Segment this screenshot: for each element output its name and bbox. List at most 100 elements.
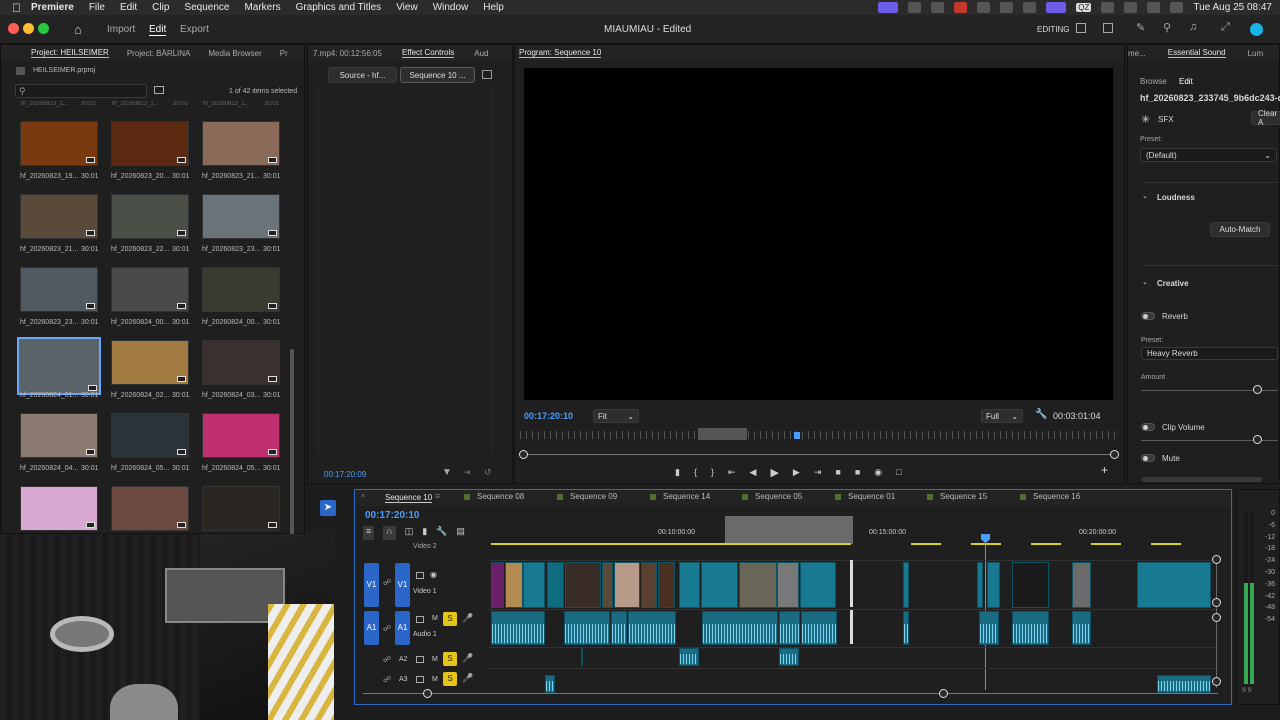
eye-icon[interactable]: ◉: [430, 570, 437, 579]
audio-clip[interactable]: [779, 611, 800, 645]
compare-icon[interactable]: □: [896, 467, 901, 477]
solo-meters[interactable]: S S: [1242, 688, 1252, 694]
video-clip[interactable]: [679, 562, 700, 608]
project-thumbnail[interactable]: [20, 121, 98, 166]
tab-edit-mode[interactable]: Edit: [1179, 77, 1193, 86]
video-clip[interactable]: [658, 562, 675, 608]
tab-browse[interactable]: Browse: [1140, 77, 1167, 86]
video-clip[interactable]: [987, 562, 1000, 608]
minimize-window-button[interactable]: [23, 23, 34, 34]
video-clip[interactable]: [800, 562, 836, 608]
share-icon[interactable]: [1101, 2, 1115, 13]
search-app-icon[interactable]: ⚲: [1163, 21, 1171, 34]
zoom-handle-right[interactable]: [1110, 450, 1119, 459]
project-thumbnail[interactable]: [111, 413, 189, 458]
nav-import[interactable]: Import: [107, 24, 135, 35]
video-clip[interactable]: [739, 562, 777, 608]
mute-a2-button[interactable]: M: [432, 656, 438, 663]
sequence-subtab[interactable]: Sequence 10 ...: [400, 67, 475, 83]
marker-icon[interactable]: ▮: [675, 467, 680, 478]
audio-clip[interactable]: [611, 611, 627, 645]
project-thumbnail[interactable]: [111, 486, 189, 531]
menu-file[interactable]: File: [89, 2, 105, 13]
zoom-handle-right[interactable]: [939, 689, 948, 698]
camera-icon[interactable]: ◉: [874, 467, 882, 478]
tab-metadata[interactable]: me...: [1128, 49, 1146, 58]
export-frame-icon[interactable]: ⇥: [463, 467, 471, 478]
video-clip[interactable]: [565, 562, 601, 608]
audio-clip[interactable]: [903, 611, 909, 645]
menu-clip[interactable]: Clip: [152, 2, 169, 13]
zoom-bar[interactable]: [524, 454, 1116, 455]
audio-clip[interactable]: [679, 648, 699, 666]
wrench-icon[interactable]: 🔧: [1035, 409, 1047, 420]
panel-scrollbar[interactable]: [1142, 477, 1262, 482]
loudness-header[interactable]: Loudness: [1157, 193, 1195, 202]
lock-icon[interactable]: ☍: [383, 578, 391, 587]
snap-icon[interactable]: ∩: [383, 526, 396, 540]
project-thumbnail[interactable]: [111, 340, 189, 385]
brightness-icon[interactable]: [977, 2, 991, 13]
selection-tool-icon[interactable]: ➤: [320, 500, 336, 516]
auto-match-button[interactable]: Auto-Match: [1210, 222, 1270, 237]
project-thumbnail[interactable]: [111, 267, 189, 312]
notification-icon[interactable]: [954, 2, 968, 13]
timeline-timecode[interactable]: 00:17:20:10: [365, 510, 419, 521]
clear-audio-type-button[interactable]: Clear A: [1251, 109, 1280, 127]
mark-in-icon[interactable]: {: [694, 467, 697, 477]
workspace-label[interactable]: EDITING: [1037, 25, 1069, 34]
control-center-icon[interactable]: [1170, 2, 1184, 13]
project-thumbnail[interactable]: [20, 194, 98, 239]
menu-graphics[interactable]: Graphics and Titles: [296, 2, 382, 13]
step-back-icon[interactable]: ◀: [750, 467, 757, 478]
nav-export[interactable]: Export: [180, 24, 209, 35]
project-thumbnail[interactable]: [111, 194, 189, 239]
a1-target-button[interactable]: A1: [395, 611, 410, 645]
loudness-chevron-icon[interactable]: ⌄: [1142, 192, 1148, 200]
program-timecode[interactable]: 00:17:20:10: [524, 411, 573, 421]
tab-sequence-01[interactable]: Sequence 01: [835, 492, 895, 501]
reverb-preset-select[interactable]: Heavy Reverb: [1141, 347, 1278, 360]
clip-volume-slider-handle[interactable]: [1253, 435, 1263, 444]
add-button-icon[interactable]: +: [1101, 463, 1108, 477]
share-export-icon[interactable]: [1103, 23, 1113, 33]
linked-selection-icon[interactable]: ◫: [405, 526, 414, 540]
apple-icon[interactable]: : [12, 1, 21, 15]
go-to-in-icon[interactable]: ⇤: [728, 467, 736, 478]
home-icon[interactable]: ⌂: [74, 22, 82, 37]
video-clip[interactable]: [903, 562, 909, 608]
nav-edit[interactable]: Edit: [149, 24, 167, 36]
audio-clip[interactable]: [1012, 611, 1049, 645]
video-clip[interactable]: [1012, 562, 1049, 608]
zoom-window-button[interactable]: [38, 23, 49, 34]
tab-effect-controls[interactable]: Effect Controls: [401, 48, 455, 58]
video-clip[interactable]: [701, 562, 738, 608]
audio-clip[interactable]: [1072, 611, 1091, 645]
solo-a1-button[interactable]: S: [443, 612, 457, 626]
mark-out-icon[interactable]: }: [711, 467, 714, 477]
menu-app-name[interactable]: Premiere: [31, 2, 74, 13]
video-clip[interactable]: [602, 562, 613, 608]
lock-icon[interactable]: ☍: [383, 624, 391, 633]
quality-select[interactable]: Full ⌄: [981, 409, 1023, 423]
filter-icon[interactable]: ▼: [442, 467, 452, 478]
nest-icon[interactable]: ≡: [363, 526, 375, 540]
sequence-menu-icon[interactable]: ≡: [435, 491, 440, 501]
video-clip[interactable]: [523, 562, 545, 608]
program-playhead[interactable]: [794, 432, 800, 439]
timeline-ruler[interactable]: 00:10:00:00 00:15:00:00 00:20:00:00: [491, 514, 1218, 546]
bluetooth-icon[interactable]: [1023, 2, 1037, 13]
video-clip[interactable]: [614, 562, 640, 608]
tab-sequence-08[interactable]: Sequence 08: [464, 492, 524, 501]
project-thumbnail[interactable]: [202, 194, 280, 239]
tab-lumetri[interactable]: Lum: [1248, 49, 1264, 58]
audio-clip[interactable]: [1157, 675, 1211, 693]
extract-icon[interactable]: ■: [855, 467, 860, 477]
microphone-icon[interactable]: 🎤: [462, 653, 473, 664]
mute-a1-button[interactable]: M: [432, 615, 438, 622]
v1-target-button[interactable]: V1: [395, 563, 410, 607]
qz-badge[interactable]: QZ: [1076, 3, 1092, 12]
lift-icon[interactable]: ■: [835, 467, 840, 477]
creative-header[interactable]: Creative: [1157, 279, 1189, 288]
audio-clip[interactable]: [702, 611, 778, 645]
